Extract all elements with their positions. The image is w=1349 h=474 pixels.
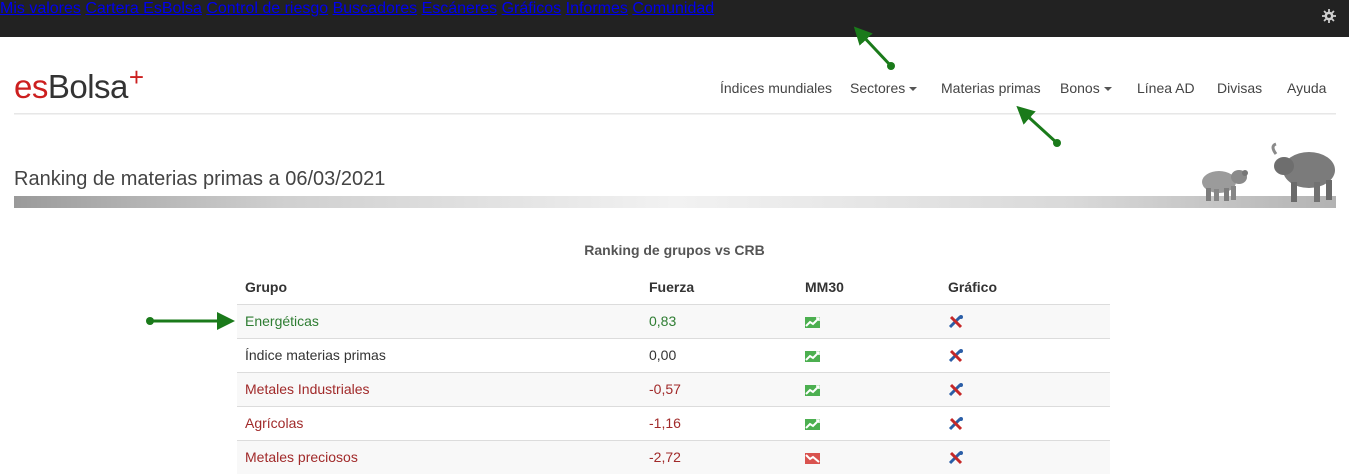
arrow-to-materias-primas xyxy=(1016,105,1061,147)
arrow-to-energeticas xyxy=(146,312,235,330)
arrow-to-graficos xyxy=(853,26,895,70)
annotation-arrows xyxy=(146,26,1061,330)
